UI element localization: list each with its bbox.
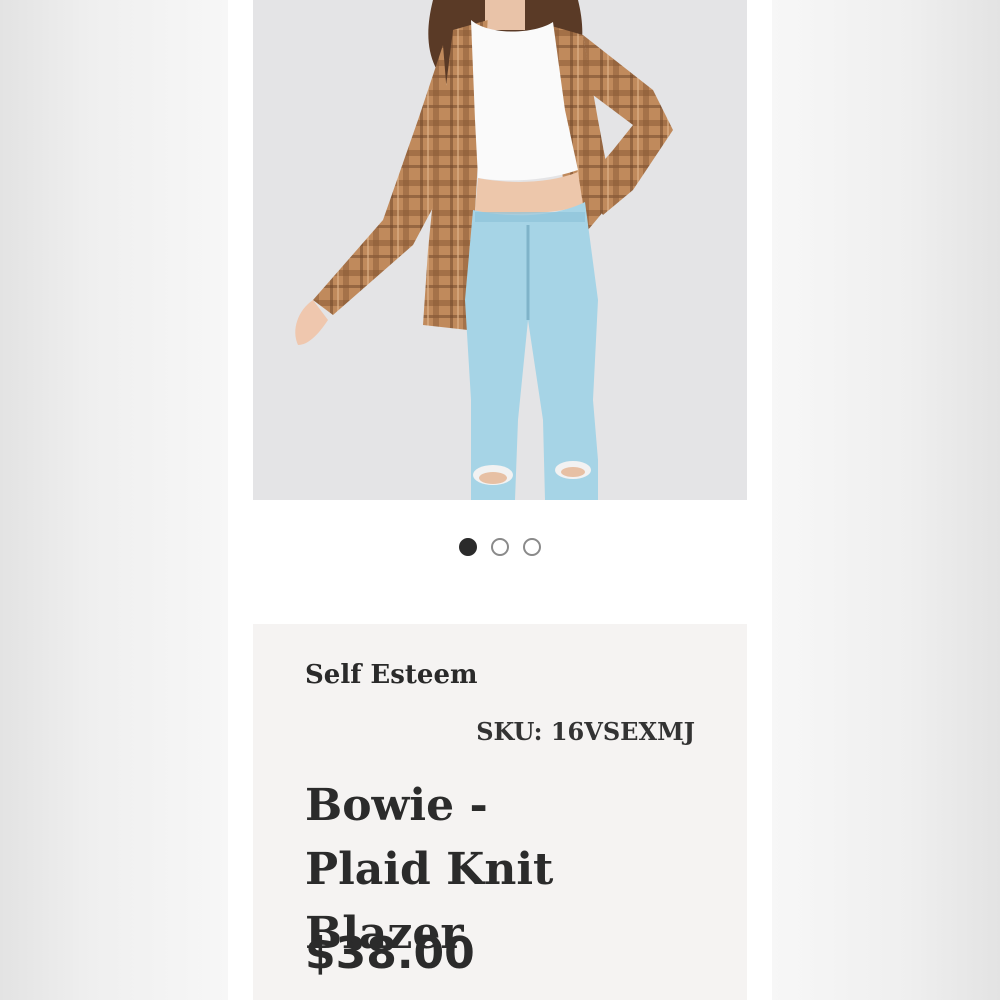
product-image[interactable] bbox=[253, 0, 747, 500]
left-blur-margin bbox=[0, 0, 228, 1000]
right-blur-margin bbox=[772, 0, 1000, 1000]
carousel-dot-1[interactable] bbox=[459, 538, 477, 556]
product-info-panel: Self Esteem SKU: 16VSEXMJ Bowie - Plaid … bbox=[253, 624, 747, 1000]
carousel-dot-3[interactable] bbox=[523, 538, 541, 556]
product-page: Self Esteem SKU: 16VSEXMJ Bowie - Plaid … bbox=[228, 0, 772, 1000]
sku-label: SKU: 16VSEXMJ bbox=[476, 717, 695, 746]
carousel-dot-2[interactable] bbox=[491, 538, 509, 556]
product-price: $38.00 bbox=[305, 928, 475, 979]
image-carousel-dots bbox=[228, 538, 772, 560]
brand-link[interactable]: Self Esteem bbox=[305, 660, 478, 690]
model-illustration bbox=[295, 0, 673, 500]
